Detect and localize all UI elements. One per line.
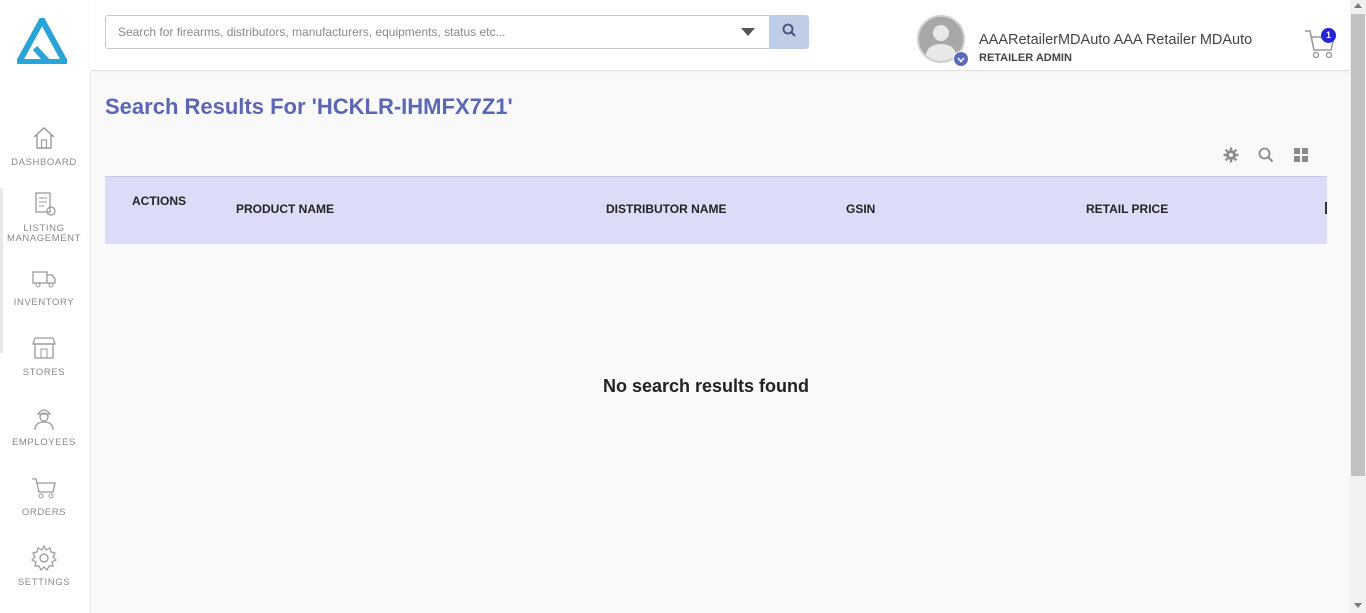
sidebar-item-label: EMPLOYEES	[11, 437, 76, 448]
column-header-overflow	[1325, 202, 1327, 214]
sidebar-item-inventory[interactable]: INVENTORY	[0, 264, 88, 308]
column-header-actions[interactable]: ACTIONS	[132, 194, 186, 208]
scroll-down-arrow[interactable]	[1354, 603, 1362, 608]
scroll-up-arrow[interactable]	[1354, 3, 1362, 8]
sidebar-item-settings[interactable]: SETTINGS	[0, 544, 88, 588]
table-search-button[interactable]	[1257, 146, 1275, 164]
sidebar-item-label: INVENTORY	[13, 297, 75, 308]
global-search	[105, 15, 770, 49]
column-header-distributor-name[interactable]: DISTRIBUTOR NAME	[606, 202, 726, 216]
empty-results-message: No search results found	[602, 376, 810, 396]
top-header: AAARetailerMDAuto AAA Retailer MDAuto RE…	[90, 0, 1350, 71]
column-header-product-name[interactable]: PRODUCT NAME	[236, 202, 334, 216]
column-header-retail-price[interactable]: RETAIL PRICE	[1086, 202, 1168, 216]
cart-icon	[1303, 30, 1337, 64]
chevron-down-icon	[957, 50, 965, 68]
sidebar-item-dashboard[interactable]: DASHBOARD	[0, 124, 88, 168]
sidebar-item-employees[interactable]: EMPLOYEES	[0, 404, 88, 448]
column-header-gsin[interactable]: GSIN	[846, 202, 875, 216]
cart-icon	[30, 474, 58, 502]
employee-icon	[30, 404, 58, 432]
user-role: RETAILER ADMIN	[979, 52, 1072, 64]
sidebar-item-label: MANAGEMENT	[6, 233, 82, 244]
chevron-down-icon[interactable]	[741, 28, 755, 36]
sidebar-item-label: SETTINGS	[17, 577, 71, 588]
truck-icon	[30, 264, 58, 292]
sidebar-item-stores[interactable]: STORES	[0, 334, 88, 378]
search-icon	[782, 23, 796, 42]
grid-icon	[1292, 148, 1310, 168]
home-icon	[30, 124, 58, 152]
sidebar-item-label: DASHBOARD	[11, 157, 77, 168]
search-button[interactable]	[769, 15, 809, 49]
gear-icon	[30, 544, 58, 572]
search-input[interactable]	[106, 16, 726, 48]
sidebar-item-label: ORDERS	[21, 507, 67, 518]
grid-view-button[interactable]	[1292, 146, 1310, 164]
sidebar: DASHBOARD LISTING MANAGEMENT INVENTORY S…	[0, 0, 91, 613]
listing-icon	[30, 190, 58, 218]
store-icon	[30, 334, 58, 362]
search-icon	[1257, 147, 1275, 168]
app-logo[interactable]	[13, 13, 71, 65]
cart-count-badge: 1	[1321, 28, 1336, 43]
user-menu-toggle[interactable]	[953, 51, 969, 67]
results-table-header: ACTIONS PRODUCT NAME DISTRIBUTOR NAME GS…	[105, 176, 1327, 244]
sidebar-item-listing-management[interactable]: LISTING MANAGEMENT	[0, 190, 88, 244]
gear-icon	[1222, 147, 1240, 168]
scrollbar-thumb[interactable]	[1351, 14, 1365, 476]
sidebar-item-label: STORES	[22, 367, 66, 378]
page-title: Search Results For 'HCKLR-IHMFX7Z1'	[105, 94, 513, 119]
table-settings-button[interactable]	[1222, 146, 1240, 164]
sidebar-item-orders[interactable]: ORDERS	[0, 474, 88, 518]
user-name[interactable]: AAARetailerMDAuto AAA Retailer MDAuto	[979, 32, 1252, 48]
